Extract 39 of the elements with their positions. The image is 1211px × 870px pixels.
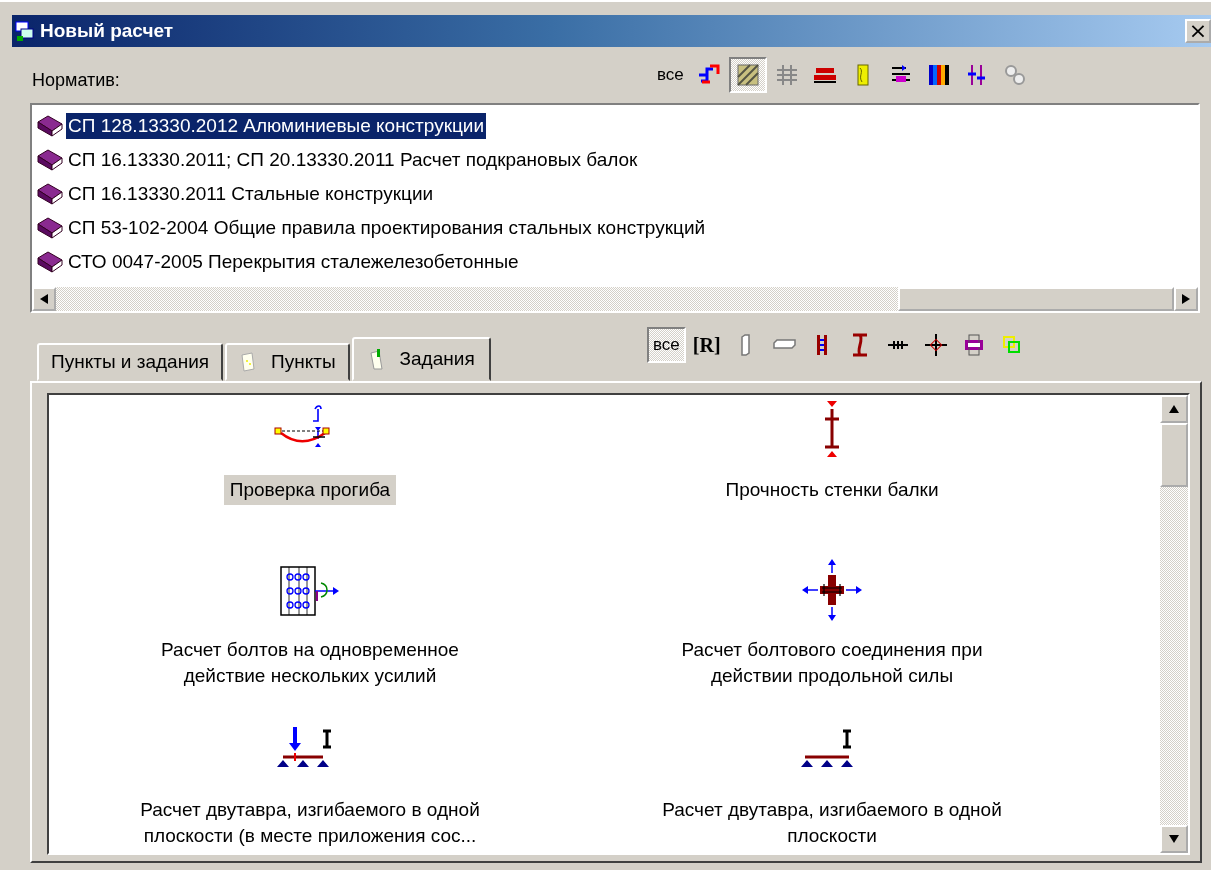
scroll-thumb[interactable] bbox=[1160, 423, 1188, 487]
book-icon bbox=[36, 148, 64, 172]
all-filter-button[interactable]: все bbox=[652, 57, 689, 93]
section-label: Норматив: bbox=[32, 68, 121, 91]
left-arrow-icon[interactable] bbox=[40, 294, 48, 304]
book-icon bbox=[36, 182, 64, 206]
task-label[interactable]: Расчет болтового соединения при действии продольной силы bbox=[675, 635, 989, 691]
crosshair-icon bbox=[922, 332, 949, 358]
filter-button[interactable] bbox=[728, 57, 767, 93]
down-arrow-icon[interactable] bbox=[1169, 835, 1179, 843]
list-item[interactable]: СП 16.13330.2011; СП 20.13330.2011 Расчет подкрановых балок bbox=[36, 143, 1198, 177]
book-icon bbox=[36, 114, 64, 138]
app-icon bbox=[14, 20, 36, 42]
all-filter-button[interactable]: все bbox=[647, 327, 686, 363]
close-button[interactable]: × bbox=[1185, 19, 1211, 43]
tab[interactable]: Пункты bbox=[225, 343, 350, 381]
book-icon bbox=[36, 250, 64, 274]
note-icon bbox=[367, 347, 386, 371]
list-item[interactable]: СП 53-102-2004 Общие правила проектирования стальных конструкций bbox=[36, 211, 1198, 245]
right-arrow-icon[interactable] bbox=[1182, 294, 1190, 304]
r-filter-button[interactable]: [R] bbox=[687, 327, 726, 363]
list-item[interactable]: СП 128.13330.2012 Алюминиевые конструкции bbox=[36, 109, 1198, 143]
up-arrow-icon[interactable] bbox=[1169, 405, 1179, 413]
task-label[interactable]: Прочность стенки балки bbox=[719, 475, 945, 505]
tab[interactable]: Пункты и задания bbox=[37, 343, 224, 381]
task-label[interactable]: Расчет болтов на одновременное действие нескольких усилий bbox=[155, 635, 465, 691]
window-title: Новый расчет bbox=[40, 20, 175, 42]
hatched-square-icon bbox=[734, 62, 761, 88]
list-item[interactable]: СП 16.13330.2011 Стальные конструкции bbox=[36, 177, 1198, 211]
task-label[interactable]: Расчет двутавра, изгибаемого в одной плоскости bbox=[656, 795, 1008, 851]
task-label[interactable]: Проверка прогиба bbox=[223, 475, 397, 505]
list-item[interactable]: СТО 0047-2005 Перекрытия сталежелезобетонные bbox=[36, 245, 1198, 279]
note-icon bbox=[239, 351, 258, 373]
vertical-scrollbar[interactable] bbox=[1160, 395, 1188, 853]
horizontal-scrollbar[interactable] bbox=[32, 287, 1198, 311]
book-icon bbox=[36, 216, 64, 240]
task-label[interactable]: Расчет двутавра, изгибаемого в одной плоскости (в месте приложения сос... bbox=[134, 795, 486, 851]
tab[interactable]: Задания bbox=[351, 337, 491, 381]
scroll-thumb[interactable] bbox=[898, 287, 1174, 311]
